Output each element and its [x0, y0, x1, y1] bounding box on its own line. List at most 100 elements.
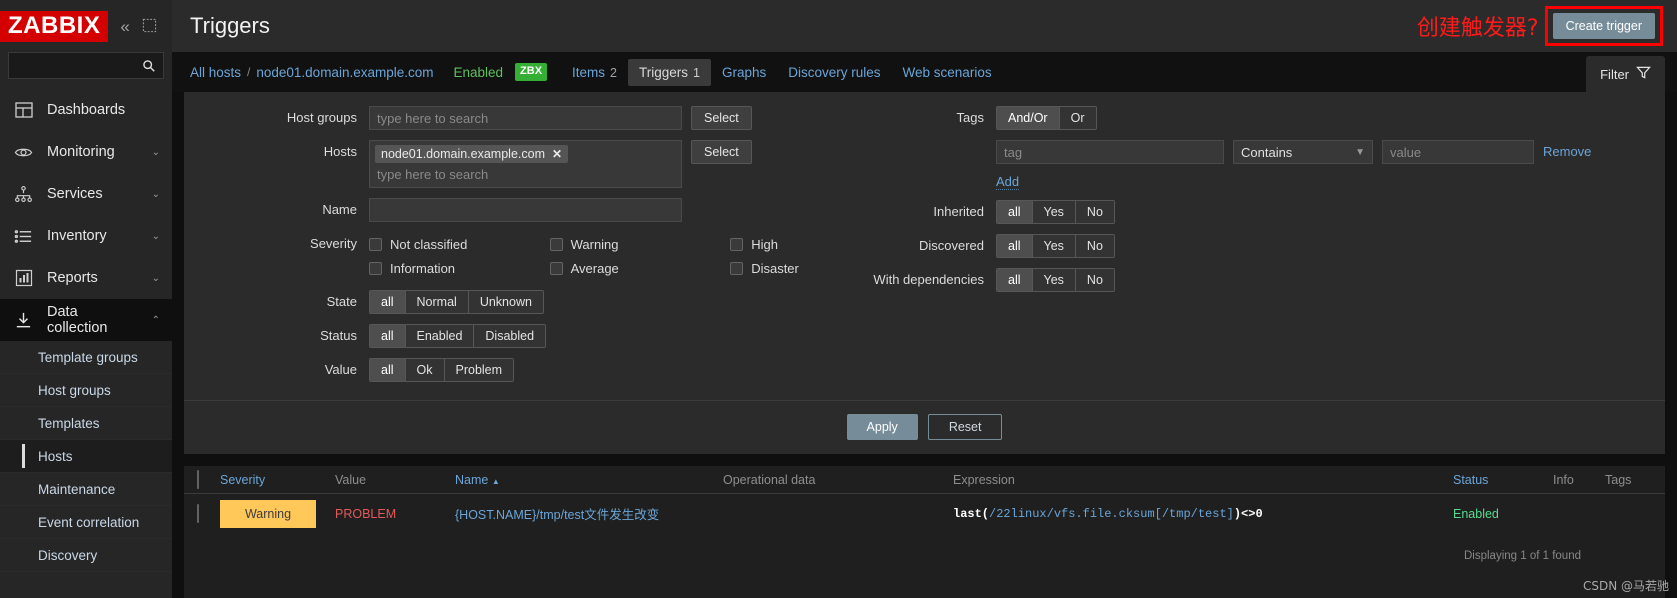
inherited-option-all[interactable]: all	[997, 201, 1033, 223]
inherited-option-no[interactable]: No	[1075, 201, 1114, 223]
value-label: Value	[324, 362, 357, 377]
sidebar-item-inventory[interactable]: Inventory ⌄	[0, 215, 172, 257]
sidebar-item-template-groups[interactable]: Template groups	[0, 341, 172, 374]
discovered-option-all[interactable]: all	[997, 235, 1033, 257]
checkbox-icon[interactable]	[369, 237, 382, 251]
with-dependencies-option-yes[interactable]: Yes	[1032, 269, 1076, 291]
with-dependencies-option-no[interactable]: No	[1075, 269, 1114, 291]
filter-tab[interactable]: Filter	[1586, 56, 1665, 92]
with-dependencies-option-all[interactable]: all	[997, 269, 1033, 291]
filter-row-with-dependencies: With dependencies all Yes No	[856, 268, 1665, 292]
discovered-option-no[interactable]: No	[1075, 235, 1114, 257]
tab-triggers[interactable]: Triggers 1	[628, 58, 711, 86]
zbx-agent-badge[interactable]: ZBX	[515, 63, 548, 81]
tag-value-input[interactable]	[1382, 140, 1534, 164]
tab-discovery-rules[interactable]: Discovery rules	[777, 59, 891, 86]
tag-name-input[interactable]	[996, 140, 1224, 164]
search-input[interactable]	[9, 57, 142, 74]
sidebar-item-host-groups[interactable]: Host groups	[0, 374, 172, 407]
with-dependencies-segmented-control: all Yes No	[996, 268, 1115, 292]
checkbox-icon[interactable]	[730, 237, 744, 251]
state-option-normal[interactable]: Normal	[405, 291, 469, 313]
inherited-option-yes[interactable]: Yes	[1032, 201, 1076, 223]
tag-add-link[interactable]: Add	[996, 174, 1020, 190]
sidebar-item-monitoring[interactable]: Monitoring ⌄	[0, 131, 172, 173]
tag-remove-link[interactable]: Remove	[1543, 140, 1591, 164]
zabbix-logo[interactable]: ZABBIX	[0, 10, 109, 42]
sidebar-item-hosts[interactable]: Hosts	[0, 440, 172, 473]
tab-web-scenarios[interactable]: Web scenarios	[892, 59, 1003, 86]
sidebar-item-maintenance[interactable]: Maintenance	[0, 473, 172, 506]
discovered-option-yes[interactable]: Yes	[1032, 235, 1076, 257]
tags-operator-andor[interactable]: And/Or	[997, 107, 1060, 129]
status-option-all[interactable]: all	[370, 325, 406, 347]
value-option-all[interactable]: all	[370, 359, 406, 381]
checkbox-icon[interactable]	[730, 261, 744, 275]
severity-option-warning[interactable]: Warning	[549, 232, 731, 256]
tag-condition-select[interactable]: Contains ▼	[1233, 140, 1373, 164]
hosts-select-button[interactable]: Select	[691, 140, 752, 164]
status-option-disabled[interactable]: Disabled	[474, 325, 546, 347]
sidebar-item-services[interactable]: Services ⌄	[0, 173, 172, 215]
trigger-status-link[interactable]: Enabled	[1453, 507, 1499, 521]
state-option-all[interactable]: all	[370, 291, 406, 313]
row-checkbox-icon[interactable]	[197, 504, 199, 523]
trigger-name-link[interactable]: {HOST.NAME}/tmp/test文件发生改变	[455, 508, 659, 522]
checkbox-icon[interactable]	[549, 237, 563, 251]
sidebar-item-discovery[interactable]: Discovery	[0, 539, 172, 572]
tags-operator-or[interactable]: Or	[1059, 107, 1096, 129]
tab-label: Web scenarios	[902, 64, 992, 80]
expression-item-link[interactable]: /22linux/vfs.file.cksum[/tmp/test]	[989, 507, 1234, 521]
sidebar-item-data-collection[interactable]: Data collection ⌃	[0, 299, 172, 341]
host-groups-select-button[interactable]: Select	[691, 106, 752, 130]
sidebar-item-templates[interactable]: Templates	[0, 407, 172, 440]
host-groups-input[interactable]	[369, 106, 682, 130]
sidebar-item-event-correlation[interactable]: Event correlation	[0, 506, 172, 539]
column-header-name[interactable]: Name ▲	[455, 473, 723, 487]
breadcrumb-host[interactable]: node01.domain.example.com	[256, 65, 433, 80]
severity-option-information[interactable]: Information	[369, 256, 550, 280]
state-option-unknown[interactable]: Unknown	[468, 291, 543, 313]
breadcrumb-separator: /	[247, 65, 251, 79]
tab-graphs[interactable]: Graphs	[711, 59, 777, 86]
expand-icon[interactable]	[142, 18, 157, 35]
sidebar-item-dashboards[interactable]: Dashboards	[0, 89, 172, 131]
status-option-enabled[interactable]: Enabled	[405, 325, 475, 347]
severity-option-not-classified[interactable]: Not classified	[369, 232, 550, 256]
column-header-severity[interactable]: Severity	[220, 473, 335, 487]
search-icon[interactable]	[142, 59, 156, 73]
filter-actions: Apply Reset	[184, 401, 1665, 454]
value-option-problem[interactable]: Problem	[444, 359, 514, 381]
filter-row-inherited: Inherited all Yes No	[856, 200, 1665, 224]
search-box[interactable]	[8, 52, 164, 79]
discovered-label: Discovered	[918, 238, 984, 253]
column-header-status[interactable]: Status	[1453, 473, 1553, 487]
chevron-double-left-icon[interactable]: «	[120, 18, 129, 35]
sidebar-item-reports[interactable]: Reports ⌄	[0, 257, 172, 299]
reset-button[interactable]: Reset	[927, 414, 1003, 440]
checkbox-icon[interactable]	[369, 261, 382, 275]
tab-items[interactable]: Items 2	[561, 59, 628, 86]
select-all-cell	[184, 469, 220, 489]
close-icon[interactable]: ✕	[552, 147, 562, 161]
breadcrumb-all-hosts[interactable]: All hosts	[190, 65, 241, 80]
select-all-checkbox-icon[interactable]	[197, 469, 199, 489]
table-row[interactable]: Warning PROBLEM {HOST.NAME}/tmp/test文件发生…	[184, 494, 1665, 534]
dashboard-icon	[14, 101, 33, 120]
severity-option-disaster[interactable]: Disaster	[730, 256, 799, 280]
apply-button[interactable]: Apply	[846, 414, 918, 440]
host-status-link[interactable]: Enabled	[453, 65, 503, 80]
name-input[interactable]	[369, 198, 682, 222]
severity-option-label: Information	[390, 260, 456, 276]
host-chip[interactable]: node01.domain.example.com ✕	[375, 145, 569, 163]
bar-chart-icon	[14, 269, 33, 288]
severity-option-high[interactable]: High	[730, 232, 789, 256]
hosts-input[interactable]	[375, 166, 676, 183]
severity-option-average[interactable]: Average	[549, 256, 731, 280]
value-option-ok[interactable]: Ok	[405, 359, 445, 381]
create-trigger-button[interactable]: Create trigger	[1552, 13, 1655, 39]
severity-option-label: High	[751, 236, 778, 252]
hosts-multiselect[interactable]: node01.domain.example.com ✕	[369, 140, 682, 188]
checkbox-icon[interactable]	[549, 261, 563, 275]
chevron-down-icon: ⌄	[151, 188, 160, 200]
